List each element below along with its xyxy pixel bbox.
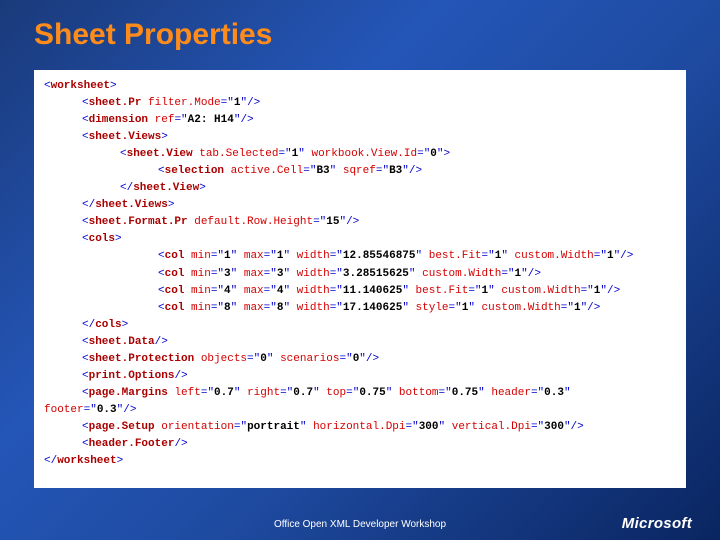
code-line: <sheet.Format.Pr default.Row.Height="15"… xyxy=(44,214,676,231)
code-line: <sheet.Data/> xyxy=(44,334,676,351)
code-line: <cols> xyxy=(44,231,676,248)
code-line: </cols> xyxy=(44,317,676,334)
code-line: <col min="4" max="4" width="11.140625" b… xyxy=(44,283,676,300)
slide-title: Sheet Properties xyxy=(0,0,720,52)
code-line: <col min="3" max="3" width="3.28515625" … xyxy=(44,266,676,283)
code-line: <worksheet> xyxy=(44,78,676,95)
code-line: </sheet.View> xyxy=(44,180,676,197)
code-line: </worksheet> xyxy=(44,453,676,470)
slide-footer: Office Open XML Developer Workshop xyxy=(0,519,720,530)
microsoft-logo: Microsoft xyxy=(622,515,692,532)
code-line: <dimension ref="A2: H14"/> xyxy=(44,112,676,129)
footer-text: Office Open XML Developer Workshop xyxy=(274,519,446,530)
code-line: <header.Footer/> xyxy=(44,436,676,453)
code-line: <sheet.Views> xyxy=(44,129,676,146)
code-line: <sheet.Pr filter.Mode="1"/> xyxy=(44,95,676,112)
code-line: footer="0.3"/> xyxy=(44,402,676,419)
code-line: <sheet.View tab.Selected="1" workbook.Vi… xyxy=(44,146,676,163)
code-line: <print.Options/> xyxy=(44,368,676,385)
code-line: <col min="8" max="8" width="17.140625" s… xyxy=(44,300,676,317)
code-line: <selection active.Cell="B3" sqref="B3"/> xyxy=(44,163,676,180)
code-line: <col min="1" max="1" width="12.85546875"… xyxy=(44,248,676,265)
code-panel: <worksheet><sheet.Pr filter.Mode="1"/><d… xyxy=(34,70,686,488)
code-line: <page.Setup orientation="portrait" horiz… xyxy=(44,419,676,436)
code-line: <page.Margins left="0.7" right="0.7" top… xyxy=(44,385,676,402)
code-line: <sheet.Protection objects="0" scenarios=… xyxy=(44,351,676,368)
code-line: </sheet.Views> xyxy=(44,197,676,214)
